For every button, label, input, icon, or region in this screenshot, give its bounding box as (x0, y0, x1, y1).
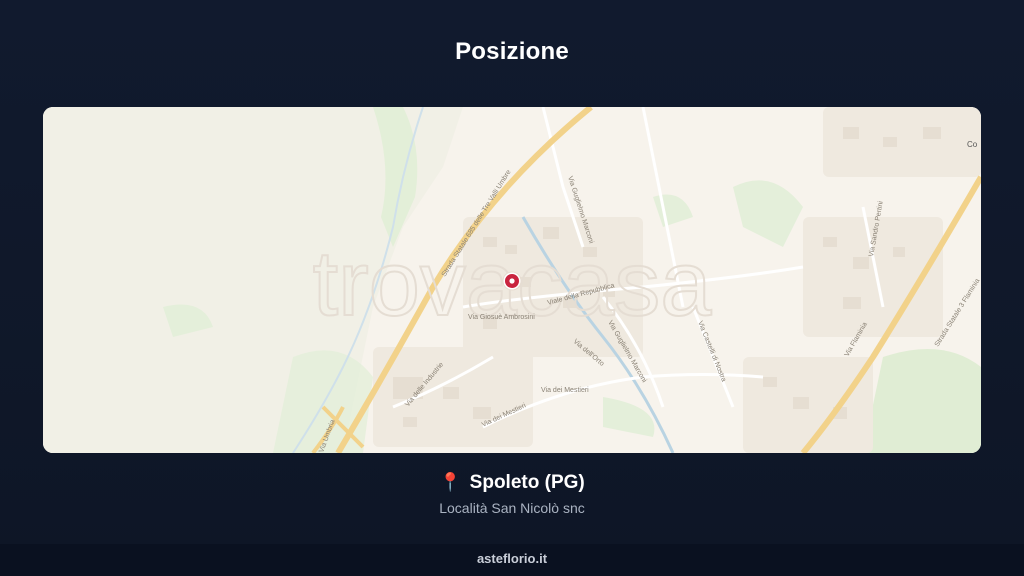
location-map[interactable]: trovacasa Strada Statale 685 delle Tre V… (43, 107, 981, 453)
location-address: Località San Nicolò snc (439, 500, 585, 516)
location-city: Spoleto (PG) (469, 472, 585, 493)
map-corner-label: Co (967, 140, 978, 149)
page-title: Posizione (455, 38, 569, 65)
footer-site-link[interactable]: asteflorio.it (477, 551, 547, 566)
location-city-line: 📍 Spoleto (PG) (0, 472, 1024, 494)
location-marker-icon[interactable] (502, 271, 522, 291)
road-label-ambrosini: Via Giosuè Ambrosini (468, 314, 535, 321)
map-canvas[interactable]: trovacasa Strada Statale 685 delle Tre V… (43, 107, 981, 453)
map-pin-icon: 📍 (439, 472, 462, 492)
footer: asteflorio.it (0, 544, 1024, 576)
road-label-mestieri: Via dei Mestieri (541, 387, 589, 394)
